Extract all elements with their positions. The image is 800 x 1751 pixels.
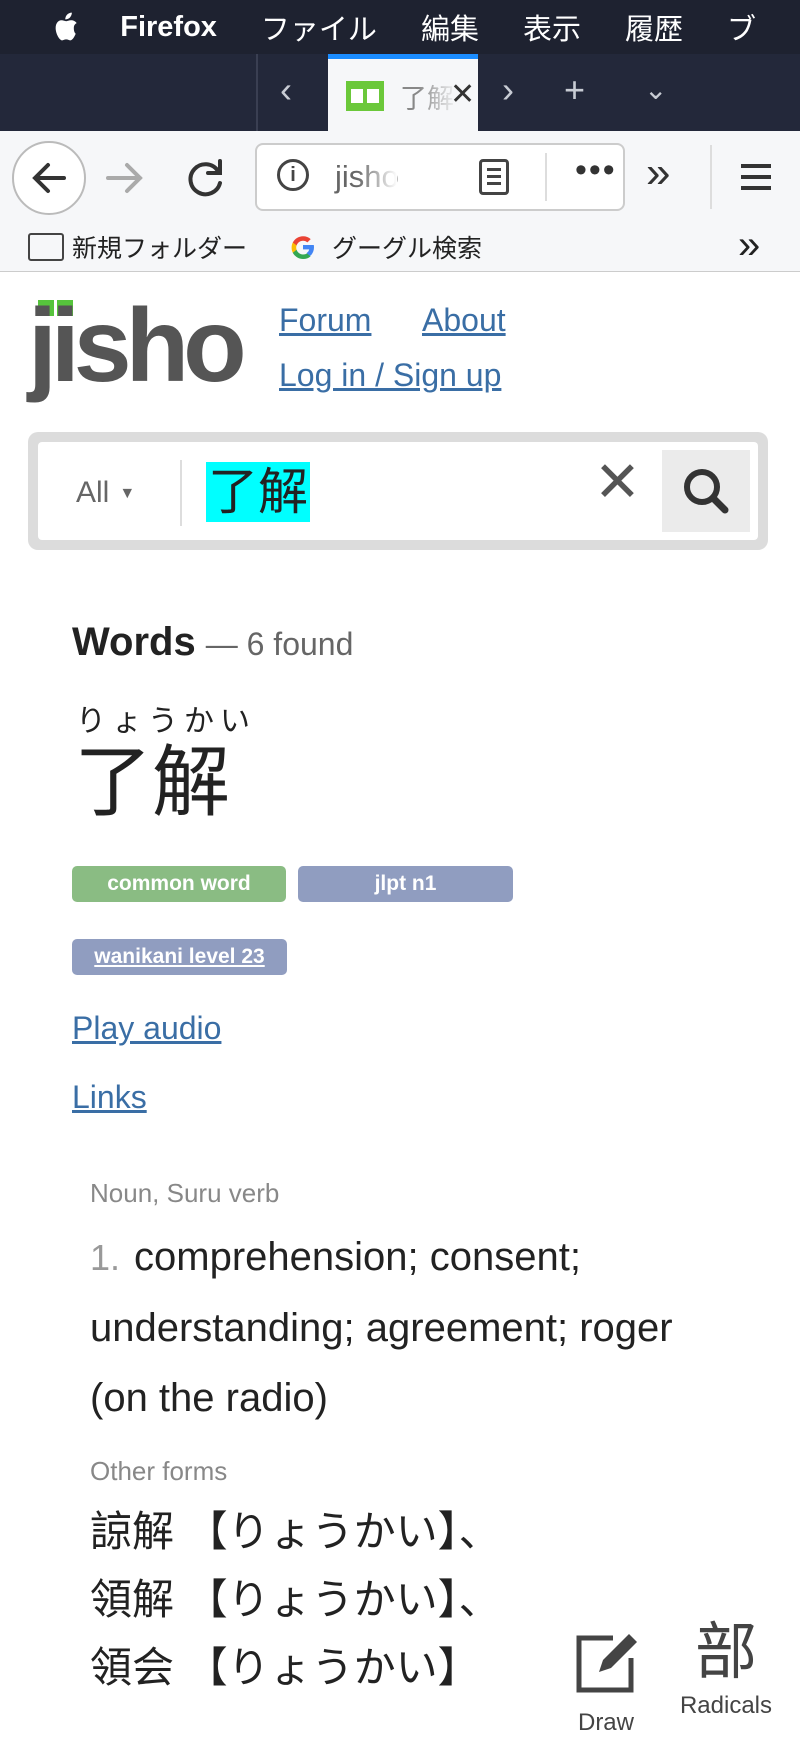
search-input[interactable]: 了解 xyxy=(206,462,310,522)
site-info-icon[interactable]: i xyxy=(277,159,309,191)
tab-scroll-right-icon[interactable]: › xyxy=(502,72,514,108)
search-form: All ▼ 了解 ✕ xyxy=(28,432,768,550)
results-title: Words xyxy=(72,620,196,664)
menu-view[interactable]: 表示 xyxy=(523,6,581,48)
other-form: 領会 【りょうかい】 xyxy=(90,1644,480,1691)
menu-history[interactable]: 履歴 xyxy=(625,6,683,48)
apple-menu-icon[interactable] xyxy=(48,7,86,47)
overflow-chevron-icon[interactable]: » xyxy=(646,151,670,195)
other-forms-title: Other forms xyxy=(90,1456,228,1486)
bookmark-folder-label: 新規フォルダー xyxy=(72,235,248,263)
reload-icon[interactable] xyxy=(180,153,230,203)
google-g-icon xyxy=(291,236,314,259)
search-divider xyxy=(180,460,182,526)
page-actions-menu-icon[interactable]: ••• xyxy=(575,151,617,190)
other-form: 領解 【りょうかい】、 xyxy=(90,1576,501,1623)
bookmarks-overflow-chevron-icon[interactable]: » xyxy=(738,223,760,268)
wanikani-tag[interactable]: wanikani level 23 xyxy=(72,939,287,975)
url-fade xyxy=(357,145,397,209)
bookmark-folder[interactable]: 新規フォルダー xyxy=(28,229,247,265)
search-filter-select[interactable]: All ▼ xyxy=(76,476,135,510)
hamburger-menu-icon[interactable] xyxy=(738,159,774,195)
draw-pencil-icon xyxy=(576,1634,637,1693)
tabstrip-divider xyxy=(256,54,258,131)
new-tab-plus-icon[interactable]: + xyxy=(564,72,585,108)
caret-down-icon: ▼ xyxy=(119,485,136,503)
sense-definition: 1. comprehension; consent; understanding;… xyxy=(90,1222,710,1433)
part-of-speech: Noun, Suru verb xyxy=(90,1178,280,1208)
back-button[interactable] xyxy=(12,141,86,215)
word-furigana: りょうかい xyxy=(76,705,256,738)
other-form: 諒解 【りょうかい】、 xyxy=(90,1508,501,1555)
sense-meaning: comprehension; consent; understanding; a… xyxy=(90,1235,673,1420)
folder-icon xyxy=(28,233,64,261)
reader-view-icon[interactable] xyxy=(479,159,509,195)
login-signup-link[interactable]: Log in / Sign up xyxy=(279,357,501,394)
search-icon xyxy=(684,469,729,514)
forum-link[interactable]: Forum xyxy=(279,302,371,339)
tab-active[interactable]: 了解 ✕ xyxy=(328,54,478,131)
bookmark-google-label: グーグル検索 xyxy=(332,235,483,263)
about-link[interactable]: About xyxy=(422,302,506,339)
mac-menu-bar: Firefox ファイル 編集 表示 履歴 ブ xyxy=(0,0,800,54)
radicals-glyph: 部 xyxy=(694,1618,757,1687)
results-count: — 6 found xyxy=(205,626,354,662)
sense-number: 1. xyxy=(90,1237,121,1278)
menu-bookmarks[interactable]: ブ xyxy=(727,6,756,48)
radicals-label: Radicals xyxy=(679,1692,773,1719)
urlbar-separator xyxy=(545,153,547,201)
search-button[interactable] xyxy=(662,450,750,532)
draw-label: Draw xyxy=(577,1709,634,1736)
jlpt-tag: jlpt n1 xyxy=(298,866,513,902)
toolbar-separator xyxy=(710,145,712,209)
draw-button[interactable]: Draw xyxy=(566,1628,646,1737)
word-kanji: 了解 xyxy=(74,738,231,826)
tab-list-chevron-down-icon[interactable]: ⌄ xyxy=(644,76,667,104)
address-bar[interactable]: i jisho ••• xyxy=(255,143,625,211)
search-filter-value: All xyxy=(76,476,110,509)
jisho-favicon-icon xyxy=(346,81,384,111)
menu-edit[interactable]: 編集 xyxy=(421,6,479,48)
results-heading: Words — 6 found xyxy=(72,620,353,665)
navigation-toolbar: i jisho ••• » xyxy=(0,131,800,223)
bookmarks-toolbar: 新規フォルダー グーグル検索 » xyxy=(0,223,800,272)
radicals-button[interactable]: 部 Radicals xyxy=(666,1622,786,1720)
menu-file[interactable]: ファイル xyxy=(261,6,377,48)
common-word-tag: common word xyxy=(72,866,286,902)
tab-close-icon[interactable]: ✕ xyxy=(450,77,475,112)
back-arrow-icon xyxy=(32,163,66,193)
forward-arrow-icon[interactable] xyxy=(100,153,150,203)
search-box: All ▼ 了解 ✕ xyxy=(38,442,758,540)
logo-text: jisho xyxy=(28,288,247,404)
clear-search-icon[interactable]: ✕ xyxy=(594,454,641,510)
links-link[interactable]: Links xyxy=(72,1079,147,1116)
play-audio-link[interactable]: Play audio xyxy=(72,1010,221,1047)
menu-app-firefox[interactable]: Firefox xyxy=(120,11,217,44)
tab-scroll-left-icon[interactable]: ‹ xyxy=(280,72,292,108)
bookmark-google[interactable]: グーグル検索 xyxy=(288,229,482,265)
